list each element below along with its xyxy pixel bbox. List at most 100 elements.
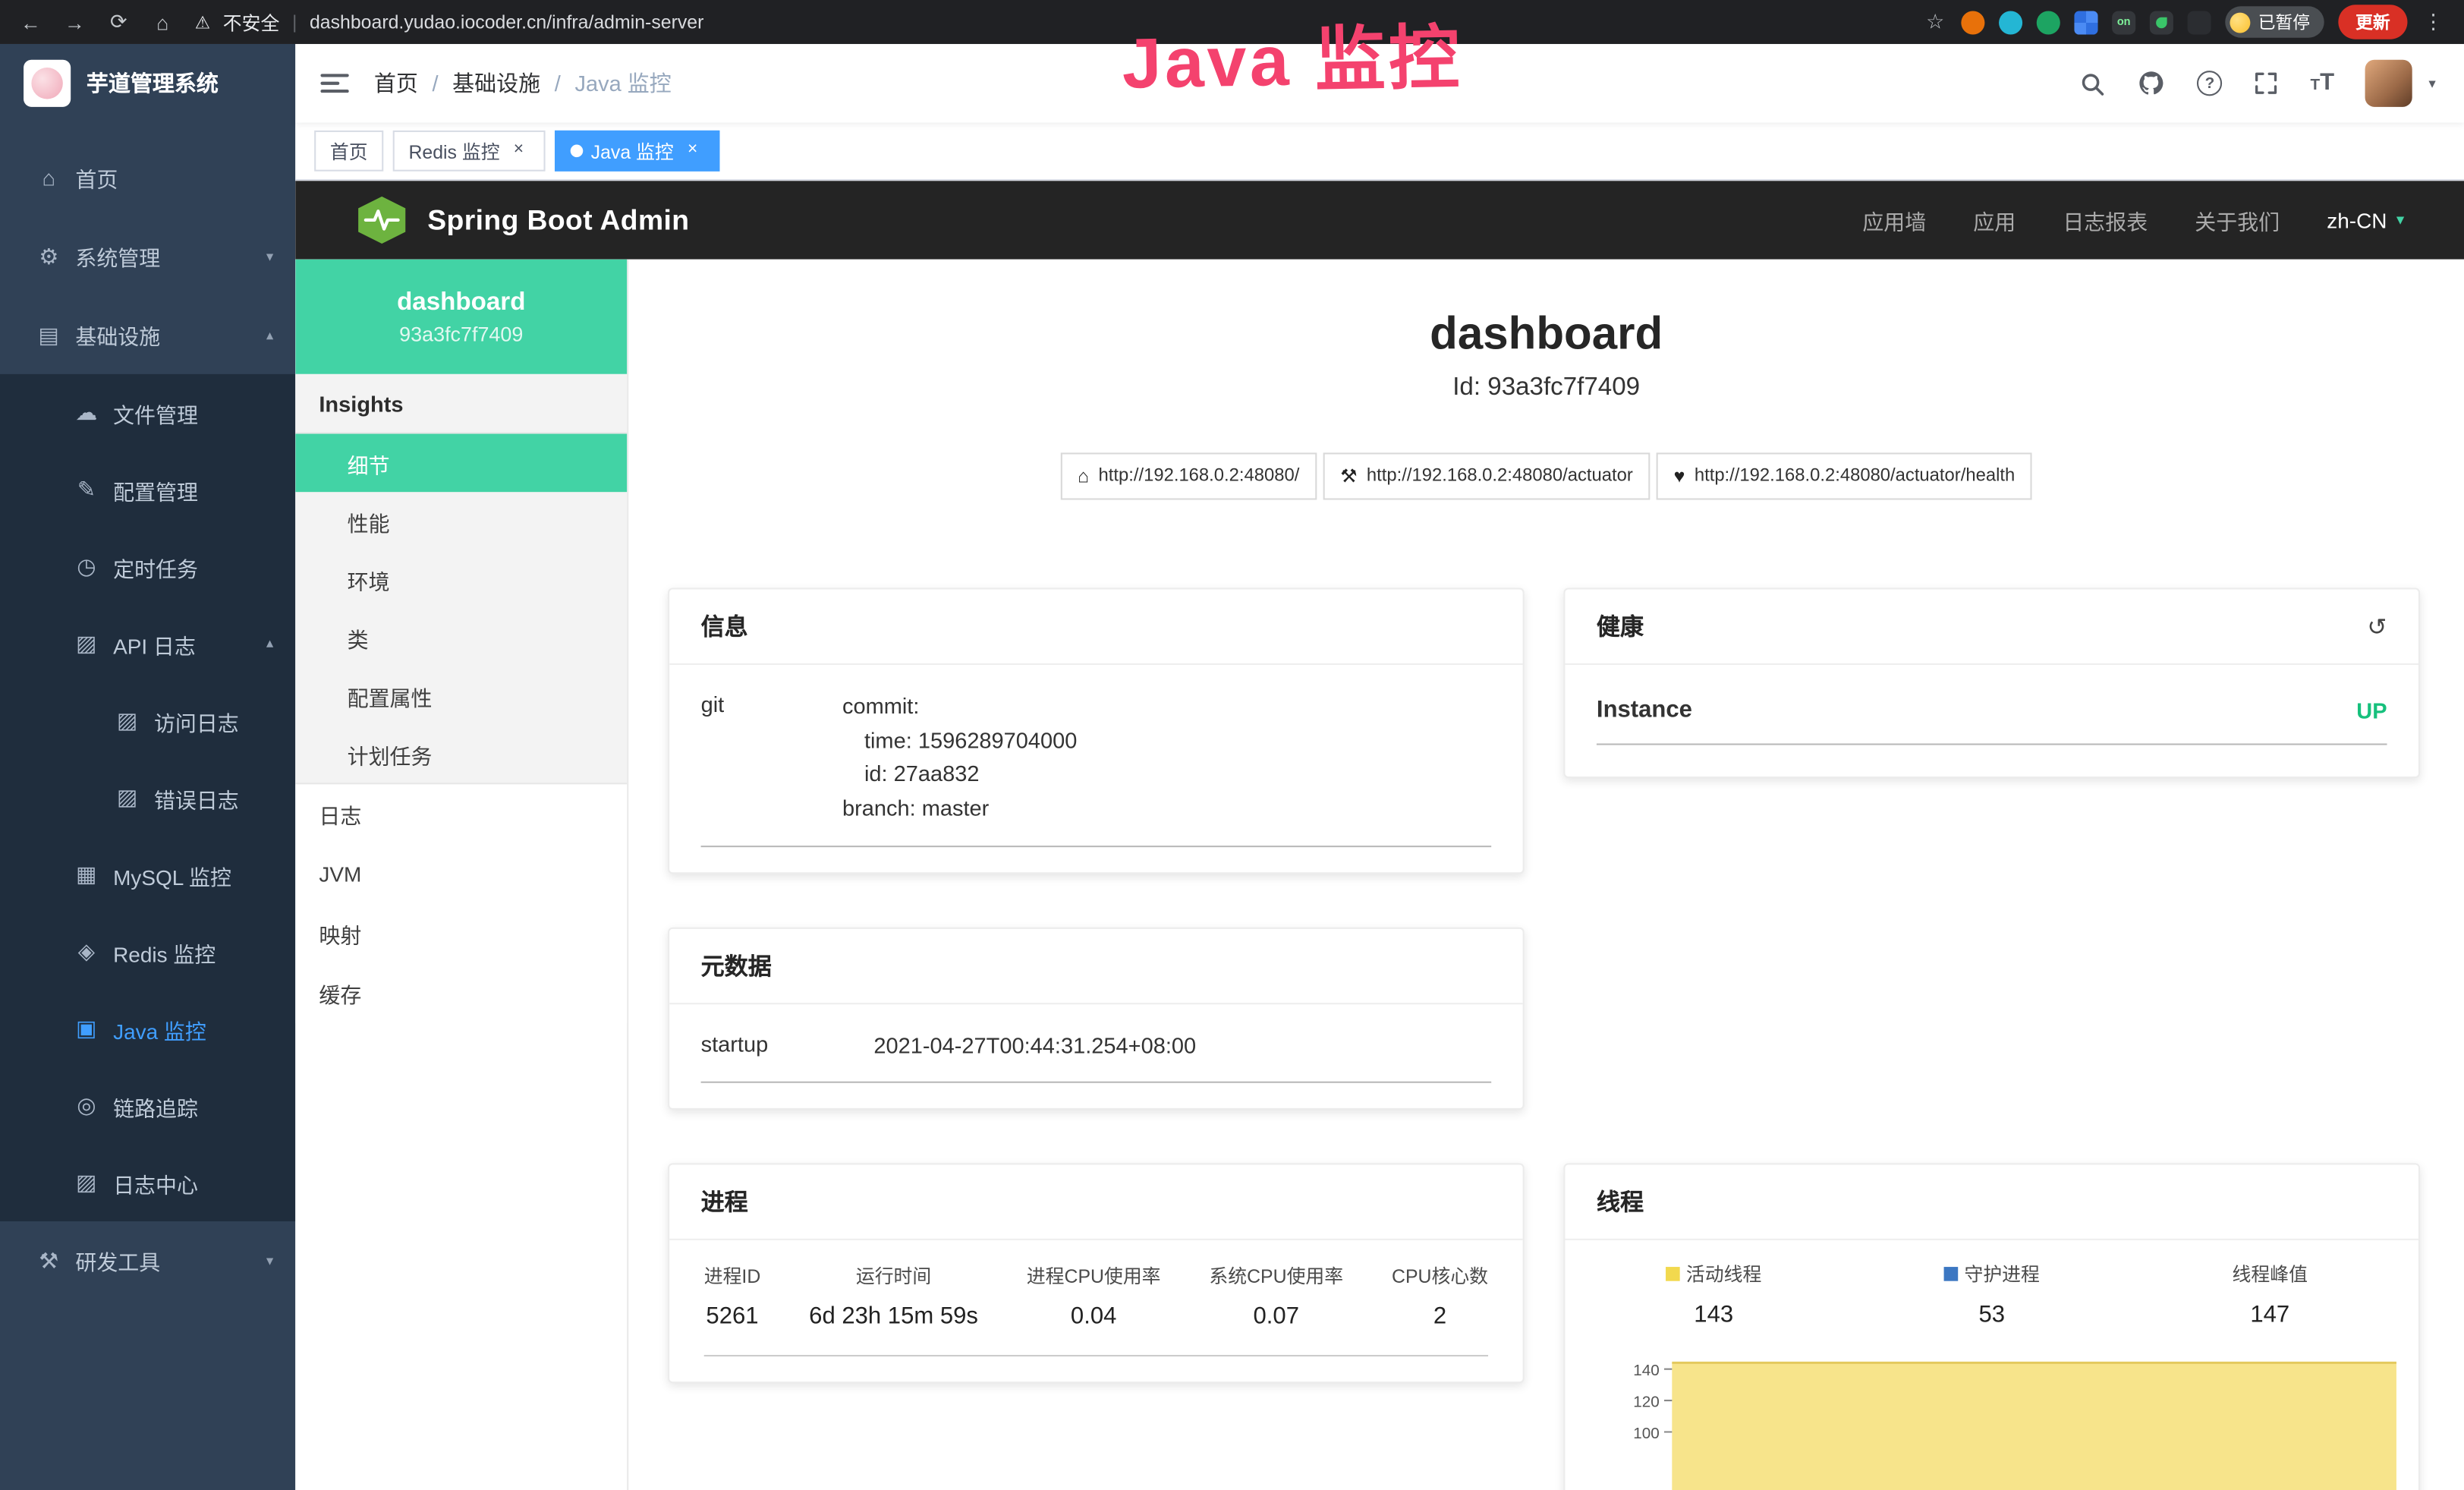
insights-item-metrics[interactable]: 性能 [295, 492, 627, 550]
pig-avatar-icon [31, 68, 62, 99]
insights-section-title: Insights [295, 374, 627, 434]
home-icon: ⌂ [31, 165, 66, 190]
tags-view-bar: 首页 Redis 监控 × Java 监控 × [295, 123, 2464, 181]
extension-icon-4[interactable] [2074, 10, 2097, 33]
browser-home-icon[interactable]: ⌂ [151, 10, 175, 33]
insights-item-environment[interactable]: 环境 [295, 550, 627, 609]
access-log-icon: ▨ [110, 707, 145, 734]
address-bar[interactable]: ⚠ 不安全 | dashboard.yudao.iocoder.cn/infra… [195, 8, 1903, 35]
back-icon[interactable]: ← [19, 10, 42, 33]
menu-item-label: 错误日志 [154, 782, 239, 813]
app-logo[interactable]: 芋道管理系统 [0, 44, 295, 123]
sidebar-item-infrastructure[interactable]: ▤ 基础设施 ▴ [0, 295, 295, 374]
sba-menu: 应用墙 应用 日志报表 关于我们 zh-CN ▾ [1862, 204, 2404, 235]
extension-icon-3[interactable] [2037, 10, 2060, 33]
info-row: git commit: time: 1596289704000 id: 27aa… [701, 690, 1492, 847]
breadcrumb-home[interactable]: 首页 [374, 68, 418, 99]
log-center-icon: ▨ [69, 1170, 104, 1196]
stat-pid: 进程ID 5261 [704, 1263, 761, 1331]
sidebar-item-api-log[interactable]: ▨ API 日志 ▴ [0, 605, 295, 682]
help-icon[interactable]: ? [2197, 71, 2222, 96]
close-icon[interactable]: × [681, 140, 703, 162]
reload-icon[interactable]: ⟳ [107, 9, 131, 34]
close-icon[interactable]: × [508, 140, 530, 162]
chevron-down-icon: ▾ [2396, 212, 2404, 229]
bookmark-star-icon[interactable]: ☆ [1924, 9, 1947, 34]
health-row[interactable]: Instance UP [1597, 696, 2387, 745]
extension-icon-6[interactable] [2150, 10, 2173, 33]
sidebar-item-config-manage[interactable]: ✎ 配置管理 [0, 451, 295, 528]
insights-item-classes[interactable]: 类 [295, 608, 627, 666]
sidebar-item-error-log[interactable]: ▨ 错误日志 [0, 759, 295, 836]
tab-home[interactable]: 首页 [314, 131, 383, 172]
sidebar-item-log-center[interactable]: ▨ 日志中心 [0, 1145, 295, 1221]
user-avatar[interactable] [2366, 60, 2413, 107]
sba-menu-wallboard[interactable]: 应用墙 [1862, 204, 1926, 235]
sba-menu-applications[interactable]: 应用 [1973, 204, 2016, 235]
sidebar-item-java-monitor[interactable]: ▣ Java 监控 [0, 991, 295, 1067]
nav-item-logs[interactable]: 日志 [295, 784, 627, 844]
locale-selector[interactable]: zh-CN ▾ [2327, 208, 2404, 232]
health-url-link[interactable]: ♥ http://192.168.0.2:48080/actuator/heal… [1657, 452, 2032, 499]
timer-icon: ◷ [69, 553, 104, 580]
extension-icon-5[interactable]: on [2112, 10, 2135, 33]
threads-legend: 活动线程 143 守护进程 53 线程峰值 147 [1575, 1262, 2409, 1329]
search-icon[interactable] [2079, 70, 2106, 96]
ytick-100: 100 [1633, 1425, 1660, 1443]
sidebar-item-mysql-monitor[interactable]: ▦ MySQL 监控 [0, 836, 295, 913]
menu-item-label: 配置管理 [113, 474, 198, 505]
sidebar-item-system[interactable]: ⚙ 系统管理 ▾ [0, 217, 295, 296]
info-card-title: 信息 [669, 590, 1522, 665]
config-manage-icon: ✎ [69, 476, 104, 502]
sba-menu-about[interactable]: 关于我们 [2195, 204, 2280, 235]
sidebar-item-trace[interactable]: ◎ 链路追踪 [0, 1067, 295, 1144]
history-icon[interactable]: ↺ [2367, 613, 2387, 641]
link-text: http://192.168.0.2:48080/actuator/health [1695, 467, 2015, 486]
menu-item-label: 定时任务 [113, 551, 198, 582]
forward-icon[interactable]: → [63, 10, 87, 33]
extension-icon-7[interactable] [2188, 10, 2211, 33]
sidebar-item-devtools[interactable]: ⚒ 研发工具 ▾ [0, 1221, 295, 1300]
sidebar-item-redis-monitor[interactable]: ◈ Redis 监控 [0, 913, 295, 990]
update-button[interactable]: 更新 [2338, 5, 2407, 39]
metadata-value: 2021-04-27T00:44:31.254+08:00 [873, 1029, 1491, 1063]
insights-item-scheduled-tasks[interactable]: 计划任务 [295, 725, 627, 783]
font-size-icon[interactable]: TT [2310, 69, 2334, 97]
extension-icon-2[interactable] [1999, 10, 2022, 33]
chevron-up-icon: ▴ [266, 635, 273, 653]
sidebar-item-access-log[interactable]: ▨ 访问日志 [0, 682, 295, 759]
screenshot-root: ← → ⟳ ⌂ ⚠ 不安全 | dashboard.yudao.iocoder.… [0, 0, 2464, 1490]
insights-item-config-props[interactable]: 配置属性 [295, 666, 627, 725]
sidebar-item-home[interactable]: ⌂ 首页 [0, 138, 295, 217]
browser-menu-icon[interactable]: ⋮ [2422, 9, 2445, 34]
nav-item-caches[interactable]: 缓存 [295, 963, 627, 1023]
sba-menu-journal[interactable]: 日志报表 [2063, 204, 2148, 235]
fullscreen-icon[interactable] [2254, 71, 2279, 96]
sidebar-item-file-manage[interactable]: ☁ 文件管理 [0, 374, 295, 451]
service-url-link[interactable]: ⌂ http://192.168.0.2:48080/ [1060, 452, 1317, 499]
tab-redis-monitor[interactable]: Redis 监控 × [393, 131, 546, 172]
github-icon[interactable] [2138, 69, 2166, 97]
hamburger-icon[interactable] [295, 44, 374, 123]
metadata-row: startup 2021-04-27T00:44:31.254+08:00 [701, 1029, 1492, 1084]
actuator-url-link[interactable]: ⚒ http://192.168.0.2:48080/actuator [1323, 452, 1650, 499]
extension-icon-1[interactable] [1961, 10, 1984, 33]
instance-header[interactable]: dashboard 93a3fc7f7409 [295, 260, 627, 374]
legend-daemon-threads: 守护进程 53 [1852, 1262, 2131, 1329]
avatar-caret-icon[interactable]: ▾ [2428, 74, 2435, 92]
address-separator: | [292, 11, 297, 33]
nav-item-mappings[interactable]: 映射 [295, 904, 627, 964]
tab-java-monitor[interactable]: Java 监控 × [555, 131, 719, 172]
profile-badge[interactable]: 已暂停 [2225, 6, 2324, 37]
insights-item-details[interactable]: 细节 [295, 434, 627, 493]
breadcrumb-infrastructure[interactable]: 基础设施 [452, 68, 540, 99]
nav-item-jvm[interactable]: JVM [295, 844, 627, 904]
insights-group: Insights 细节 性能 环境 类 配置属性 计划任务 [295, 374, 627, 784]
menu-item-label: Java 监控 [113, 1013, 206, 1044]
page-title: dashboard [628, 310, 2464, 361]
active-dot-icon [571, 145, 584, 158]
health-instance-label: Instance [1597, 696, 2356, 723]
url-text: dashboard.yudao.iocoder.cn/infra/admin-s… [310, 11, 703, 33]
chevron-down-icon: ▾ [266, 247, 273, 265]
sidebar-item-scheduled-jobs[interactable]: ◷ 定时任务 [0, 528, 295, 605]
